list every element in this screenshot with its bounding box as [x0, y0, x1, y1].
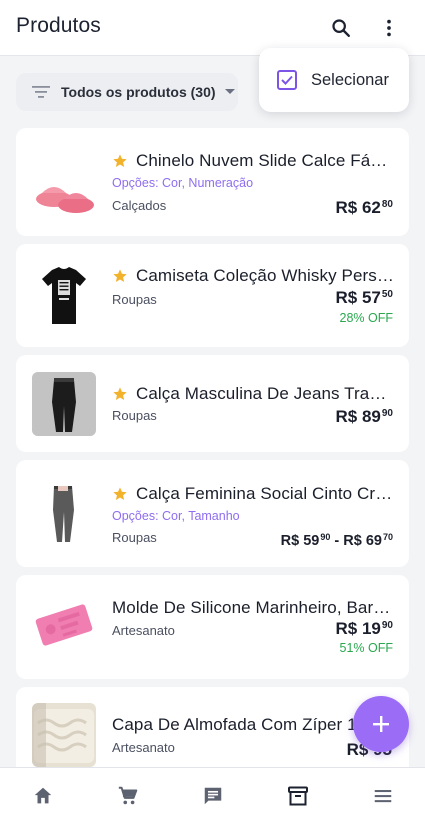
product-title: Calça Masculina De Jeans Tradicional: [136, 384, 395, 403]
shopping-cart-icon: [118, 786, 137, 805]
checkbox-icon: [277, 70, 297, 90]
product-card[interactable]: Calça Feminina Social Cinto Crepe Opções…: [16, 460, 409, 567]
product-price: R$ 5750: [335, 288, 394, 307]
select-label: Selecionar: [311, 70, 389, 89]
more-vert-icon: [387, 19, 391, 37]
nav-item-menu[interactable]: [340, 768, 425, 824]
more-options-button[interactable]: [373, 12, 405, 44]
product-price: R$ 1990: [335, 619, 394, 638]
nav-item-products[interactable]: [255, 768, 340, 824]
nav-item-messages[interactable]: [170, 768, 255, 824]
nav-item-home[interactable]: [0, 768, 85, 824]
product-image: [32, 703, 96, 767]
product-image: [32, 264, 96, 328]
star-icon[interactable]: [112, 268, 128, 284]
bottom-navigation: [0, 767, 425, 824]
product-card[interactable]: Calça Masculina De Jeans Tradicional Rou…: [16, 355, 409, 452]
chat-icon: [204, 787, 221, 805]
product-options: Opções: Cor, Tamanho: [112, 509, 240, 523]
product-title: Chinelo Nuvem Slide Calce Fácil Conforto: [136, 151, 395, 170]
product-image: [32, 159, 96, 223]
product-category: Roupas: [112, 292, 157, 307]
product-card[interactable]: Camiseta Coleção Whisky Personalizada Ro…: [16, 244, 409, 347]
product-card[interactable]: Molde De Silicone Marinheiro, Barco e Ân…: [16, 575, 409, 679]
search-button[interactable]: [325, 12, 357, 44]
product-category: Roupas: [112, 530, 157, 545]
product-title: Calça Feminina Social Cinto Crepe: [136, 484, 395, 503]
product-title: Molde De Silicone Marinheiro, Barco e Ân…: [112, 598, 395, 617]
plus-icon: [373, 716, 389, 732]
product-price: R$ 6280: [335, 198, 394, 217]
star-icon[interactable]: [112, 486, 128, 502]
filter-label: Todos os produtos (30): [61, 84, 216, 100]
star-icon[interactable]: [112, 153, 128, 169]
star-icon[interactable]: [112, 386, 128, 402]
product-category: Calçados: [112, 198, 167, 213]
product-image: [32, 372, 96, 436]
add-product-button[interactable]: [353, 696, 409, 752]
menu-icon: [374, 790, 391, 803]
product-card[interactable]: Capa De Almofada Com Zíper 100% Tricô Ar…: [16, 687, 409, 767]
product-card[interactable]: Chinelo Nuvem Slide Calce Fácil Conforto…: [16, 128, 409, 236]
product-category: Artesanato: [112, 740, 175, 755]
product-title: Camiseta Coleção Whisky Personalizada: [136, 266, 395, 285]
search-icon: [332, 19, 350, 37]
filter-list-icon: [32, 82, 52, 102]
discount-badge: 28% OFF: [339, 311, 394, 325]
home-icon: [34, 787, 51, 804]
product-image: [32, 482, 96, 546]
filter-dropdown[interactable]: Todos os produtos (30): [16, 73, 238, 111]
product-category: Roupas: [112, 408, 157, 423]
product-price-range: R$ 5990 - R$ 6970: [280, 532, 393, 549]
page-title: Produtos: [16, 14, 101, 37]
chevron-down-icon: [224, 88, 236, 96]
product-options: Opções: Cor, Numeração: [112, 176, 254, 190]
nav-item-orders[interactable]: [85, 768, 170, 824]
product-price: R$ 8990: [335, 407, 394, 426]
product-image: [32, 593, 96, 657]
product-category: Artesanato: [112, 623, 175, 638]
archive-icon: [287, 786, 308, 806]
select-menu-item[interactable]: Selecionar: [259, 48, 409, 112]
discount-badge: 51% OFF: [339, 641, 394, 655]
